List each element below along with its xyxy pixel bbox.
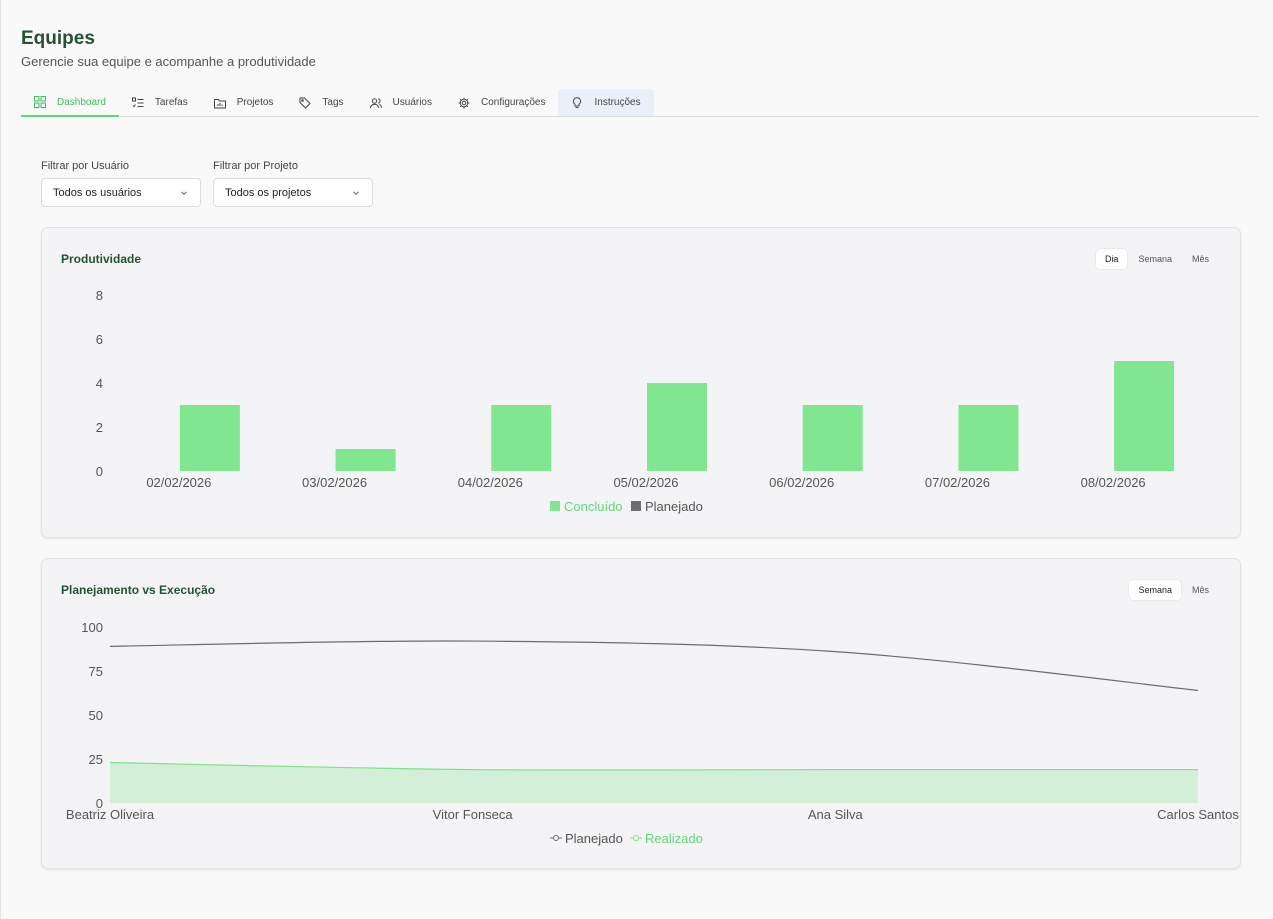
dashboard-icon	[34, 96, 46, 108]
bar-concluido	[335, 449, 396, 471]
lightbulb-icon	[573, 96, 582, 108]
tag-icon	[299, 97, 312, 109]
x-tick-label: 04/02/2026	[458, 475, 523, 490]
y-tick-label: 25	[89, 752, 103, 767]
tab-label: Dashboard	[57, 96, 106, 108]
tab-dashboard[interactable]: Dashboard	[21, 89, 119, 117]
folder-icon	[213, 98, 226, 108]
x-tick-label: Ana Silva	[808, 807, 864, 822]
project-filter-select[interactable]: Todos os projetos	[213, 178, 373, 207]
legend-label-planejado: Planejado	[645, 499, 703, 514]
productivity-bar-chart: 0 2 4 6 8 02/02/2026 03/02/2026 04/02/2026 05/02…	[96, 288, 1175, 514]
legend-swatch-planejado	[631, 501, 641, 511]
y-tick-label: 6	[96, 332, 103, 347]
y-tick-label: 8	[96, 288, 103, 303]
user-filter-label: Filtrar por Usuário	[41, 160, 130, 172]
tab-projetos[interactable]: Projetos	[201, 89, 287, 116]
productivity-card: Produtividade Dia Semana Mês 0 2 4 6 8 02/02/…	[41, 227, 1241, 538]
legend-label-concluido: Concluído	[564, 499, 623, 514]
tab-label: Usuários	[392, 97, 432, 108]
legend-label-realizado: Realizado	[645, 831, 703, 846]
bar-concluido	[647, 383, 707, 471]
bar-concluido	[958, 405, 1019, 471]
gear-icon	[458, 97, 470, 108]
legend-swatch-concluido	[550, 501, 560, 511]
y-tick-label: 2	[96, 420, 103, 435]
y-tick-label: 4	[96, 376, 103, 391]
tab-usuarios[interactable]: Usuários	[357, 89, 445, 116]
project-filter-label: Filtrar por Projeto	[213, 160, 298, 172]
chevron-down-icon	[181, 190, 187, 195]
user-filter-value: Todos os usuários	[53, 186, 142, 199]
bar-concluido	[1114, 361, 1175, 471]
tab-tarefas[interactable]: Tarefas	[119, 89, 201, 116]
tab-label: Tarefas	[154, 97, 188, 108]
x-tick-label: 02/02/2026	[146, 475, 211, 490]
legend-marker-realizado	[633, 835, 639, 841]
users-icon	[369, 97, 382, 108]
tab-instrucoes[interactable]: Instruções	[558, 89, 654, 116]
x-tick-label: 03/02/2026	[302, 475, 367, 490]
planning-line-chart: 0255075100Beatriz Oliveira Vitor Fonseca A…	[66, 620, 1239, 846]
planejado-line	[109, 640, 1199, 691]
x-tick-label: Beatriz Oliveira	[66, 807, 155, 822]
x-tick-label: Vitor Fonseca	[433, 807, 514, 822]
y-tick-label: 50	[89, 708, 103, 723]
project-filter-value: Todos os projetos	[225, 186, 312, 199]
bar-concluido	[802, 405, 863, 471]
planning-card: Planejamento vs Execução Semana Mês 0 25 5…	[41, 558, 1241, 869]
y-tick-label: 75	[89, 664, 103, 679]
tab-tags[interactable]: Tags	[286, 89, 356, 116]
tab-bar: Dashboard Tarefas Projetos Tags Usuários…	[21, 89, 1259, 117]
page-title: Equipes	[21, 28, 95, 49]
tab-label: Instruções	[594, 97, 641, 108]
page-subtitle: Gerencie sua equipe e acompanhe a produt…	[21, 54, 316, 69]
y-tick-label: 0	[96, 464, 103, 479]
realizado-area	[110, 762, 1198, 803]
tab-label: Configurações	[481, 97, 546, 108]
y-tick-label: 100	[81, 620, 103, 635]
task-list-icon	[131, 97, 144, 107]
tab-label: Tags	[322, 97, 344, 108]
chevron-down-icon	[353, 190, 359, 195]
legend-label-planejado: Planejado	[565, 831, 623, 846]
x-tick-label: 07/02/2026	[925, 475, 990, 490]
tab-configuracoes[interactable]: Configurações	[445, 89, 558, 116]
legend-marker-planejado	[553, 835, 559, 841]
x-tick-label: 05/02/2026	[613, 475, 678, 490]
x-tick-label: Carlos Santos	[1157, 807, 1239, 822]
x-tick-label: 08/02/2026	[1081, 475, 1146, 490]
x-tick-label: 06/02/2026	[769, 475, 834, 490]
bar-concluido	[179, 405, 240, 471]
tab-label: Projetos	[236, 97, 274, 108]
bar-concluido	[491, 405, 552, 471]
user-filter-select[interactable]: Todos os usuários	[41, 178, 201, 207]
